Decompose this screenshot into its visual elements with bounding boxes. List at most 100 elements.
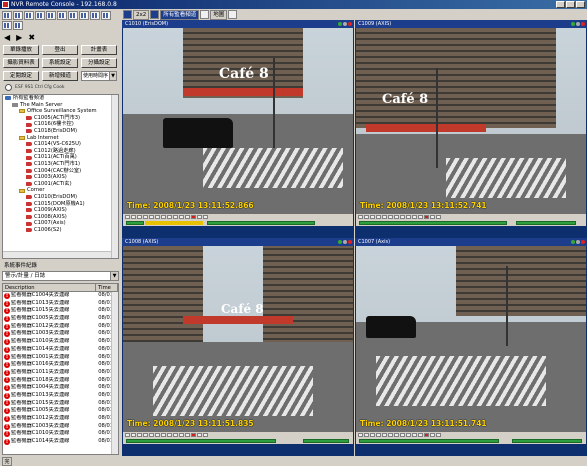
layout-option-icon[interactable] — [2, 21, 12, 30]
event-row[interactable]: ! 監看機器C1010失去連線 08/01 — [3, 338, 118, 346]
close-button[interactable] — [576, 1, 585, 8]
tab-2x2[interactable]: 2x2 — [133, 9, 150, 20]
system-settings-button[interactable]: 系統設定 — [42, 58, 78, 68]
playback-controls[interactable] — [123, 432, 353, 444]
event-row[interactable]: ! 監看機器C1013失去連線 08/01 — [3, 392, 118, 400]
camera-panel-3[interactable]: C1008 (AXIS) Café 8 Time: 2008/1/23 13:1… — [122, 238, 354, 456]
events-list[interactable]: Description Time ! 監看機器C1004失去連線 08/01! 監看機… — [2, 283, 119, 455]
tree-horizontal-scrollbar[interactable] — [3, 251, 111, 258]
tree-item-camera[interactable]: C1013(ACTi門市1) — [3, 161, 118, 168]
event-row[interactable]: ! 監看機器C1004失去連線 08/01 — [3, 384, 118, 392]
event-row[interactable]: ! 監看機器C1003失去連線 08/01 — [3, 423, 118, 431]
column-time[interactable]: Time — [96, 284, 118, 291]
tree-item-camera[interactable]: C1015(DOM原機A1) — [3, 201, 118, 208]
layout-option-icon[interactable] — [13, 11, 23, 20]
layout-option-icon[interactable] — [68, 11, 78, 20]
tree-item-camera[interactable]: C1010(ErisDOM) — [3, 194, 118, 201]
tree-item-camera[interactable]: C1018(ErisDOM) — [3, 128, 118, 135]
event-row[interactable]: ! 監看機器C1011失去連線 08/01 — [3, 369, 118, 377]
layout-option-icon[interactable] — [2, 11, 12, 20]
tab-all-channels[interactable]: 所有監看頻道 — [160, 9, 200, 20]
video-feed[interactable]: Café 8 Time: 2008/1/23 13:11:51.835 — [123, 246, 353, 432]
chart-icon[interactable] — [228, 10, 238, 19]
layout-option-icon[interactable] — [90, 11, 100, 20]
column-description[interactable]: Description — [3, 284, 97, 291]
tree-item-camera[interactable]: C1009(AXIS) — [3, 207, 118, 214]
split-settings-button[interactable]: 分攝設定 — [81, 58, 117, 68]
video-feed[interactable]: Time: 2008/1/23 13:11:51.741 — [356, 246, 586, 432]
layout-option-icon[interactable] — [24, 11, 34, 20]
channel-group-icon[interactable] — [150, 10, 160, 19]
layout-option-icon[interactable] — [46, 11, 56, 20]
event-row[interactable]: ! 監看機器C1010失去連線 08/01 — [3, 430, 118, 438]
map-icon[interactable] — [200, 10, 210, 19]
event-row[interactable]: ! 監看機器C1004失去連線 08/01 — [3, 292, 118, 300]
event-row[interactable]: ! 監看機器C1014失去連線 08/01 — [3, 438, 118, 446]
playback-controls[interactable] — [123, 214, 353, 226]
tree-item-camera[interactable]: C1007(Axis) — [3, 220, 118, 227]
tree-item-camera[interactable]: C1001(ACTi玄) — [3, 181, 118, 188]
cafe-sign: Café 8 — [382, 92, 429, 107]
logout-button[interactable]: 登出 — [42, 45, 78, 55]
tree-item-camera[interactable]: C1004(CAC辦公室) — [3, 168, 118, 175]
layout-option-icon[interactable] — [13, 21, 23, 30]
control-buttons[interactable] — [358, 215, 441, 219]
tree-item-group[interactable]: Lab Internet — [3, 135, 118, 142]
ptz-control[interactable]: ESF 9S1 Ctrl Cfg Cook — [3, 83, 117, 92]
schedule-button[interactable]: 計畫表 — [81, 45, 117, 55]
camera-list-button[interactable]: 攝影資料表 — [3, 58, 39, 68]
tree-item[interactable]: The Main Server — [3, 102, 118, 109]
sort-select[interactable]: 使用時間序 ▼ — [81, 71, 117, 81]
tree-vertical-scrollbar[interactable] — [111, 95, 118, 258]
tree-item[interactable]: 所有監看頻道 — [3, 95, 118, 102]
tree-item-camera[interactable]: C1016(6樓卡控) — [3, 121, 118, 128]
tree-item-camera[interactable]: C1014(VS-C625U) — [3, 141, 118, 148]
channel-tree[interactable]: 所有監看頻道 The Main Server Office Surveillance… — [2, 94, 119, 259]
tree-item-group[interactable]: Office Surveillance System — [3, 108, 118, 115]
playback-controls[interactable] — [356, 432, 586, 444]
control-buttons[interactable] — [125, 433, 208, 437]
playback-button[interactable]: 單錄播放 — [3, 45, 39, 55]
minimize-button[interactable] — [556, 1, 565, 8]
events-vertical-scrollbar[interactable] — [111, 292, 118, 454]
tree-item-camera[interactable]: C1011(ACTi百萬) — [3, 154, 118, 161]
event-row[interactable]: ! 監看機器C1003失去連線 08/01 — [3, 330, 118, 338]
event-row[interactable]: ! 監看機器C1013失去連線 08/01 — [3, 300, 118, 308]
back-arrow-icon[interactable]: ◀ — [4, 33, 10, 42]
layout-option-icon[interactable] — [79, 11, 89, 20]
video-feed[interactable]: Café 8 Time: 2008/1/23 13:11:52.741 — [356, 28, 586, 214]
tree-item-camera[interactable]: C1006(S2) — [3, 227, 118, 234]
camera-panel-2[interactable]: C1009 (AXIS) Café 8 Time: 2008/1/23 13:1… — [355, 20, 587, 238]
event-row[interactable]: ! 監看機器C1018失去連線 08/01 — [3, 377, 118, 385]
event-row[interactable]: ! 監看機器C1016失去連線 08/01 — [3, 361, 118, 369]
event-row[interactable]: ! 監看機器C1012失去連線 08/01 — [3, 323, 118, 331]
event-row[interactable]: ! 監看機器C1012失去連線 08/01 — [3, 415, 118, 423]
events-filter-select[interactable]: 警示/計量 / 日誌 ▼ — [2, 271, 119, 281]
event-row[interactable]: ! 監看機器C1015失去連線 08/01 — [3, 400, 118, 408]
grid-layout-icon[interactable] — [123, 10, 132, 19]
layout-option-icon[interactable] — [35, 11, 45, 20]
close-x-icon[interactable]: ✖ — [28, 33, 35, 42]
ptz-dial-icon[interactable] — [5, 84, 12, 91]
camera-panel-4[interactable]: C1007 (Axis) Time: 2008/1/23 13:11:51.74… — [355, 238, 587, 456]
event-row[interactable]: ! 監看機器C1005失去連線 08/01 — [3, 315, 118, 323]
tree-item-group[interactable]: Corner — [3, 187, 118, 194]
subscribe-settings-button[interactable]: 定閱設定 — [3, 71, 39, 81]
maximize-button[interactable] — [566, 1, 575, 8]
playback-controls[interactable] — [356, 214, 586, 226]
add-channel-button[interactable]: 新增頻道 — [42, 71, 78, 81]
layout-option-icon[interactable] — [57, 11, 67, 20]
control-buttons[interactable] — [125, 215, 208, 219]
event-row[interactable]: ! 監看機器C1005失去連線 08/01 — [3, 407, 118, 415]
video-feed[interactable]: Café 8 Time: 2008/1/23 13:11:52.866 — [123, 28, 353, 214]
event-row[interactable]: ! 監看機器C1001失去連線 08/01 — [3, 354, 118, 362]
tab-map[interactable]: 地圖 — [210, 9, 228, 20]
event-row[interactable]: ! 監看機器C1015失去連線 08/01 — [3, 307, 118, 315]
event-row[interactable]: ! 監看機器C1014失去連線 08/01 — [3, 346, 118, 354]
tree-item-camera[interactable]: C1008(AXIS) — [3, 214, 118, 221]
camera-panel-1[interactable]: C1010 (ErisDOM) Café 8 Time: 2008/1/23 1… — [122, 20, 354, 238]
layout-option-icon[interactable] — [101, 11, 111, 20]
forward-arrow-icon[interactable]: ▶ — [16, 33, 22, 42]
tree-item-camera[interactable]: C1003(AXIS) — [3, 174, 118, 181]
control-buttons[interactable] — [358, 433, 441, 437]
